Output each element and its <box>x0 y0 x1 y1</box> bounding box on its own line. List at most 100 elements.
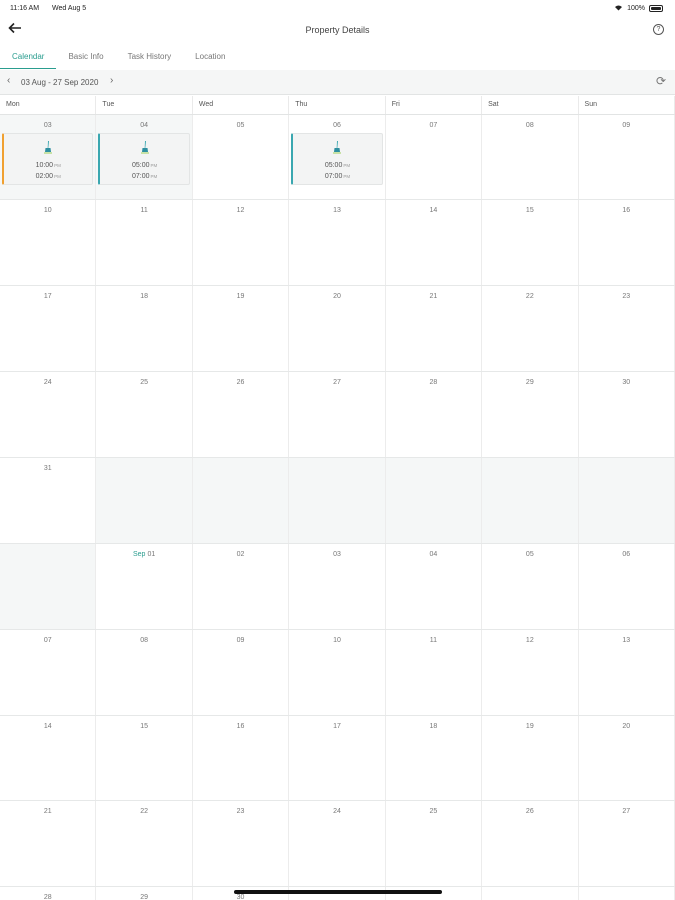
calendar-day-cell[interactable] <box>482 887 579 900</box>
next-range-icon[interactable]: › <box>110 75 113 86</box>
calendar-day-cell[interactable]: 26 <box>482 801 579 886</box>
day-number: 18 <box>429 723 438 730</box>
calendar-day-cell[interactable]: 17 <box>0 286 97 371</box>
date-range-bar: ‹ 03 Aug - 27 Sep 2020 › ⟳ <box>0 70 675 95</box>
task-event-card[interactable]: 05:00PM 07:00PM <box>98 133 190 185</box>
calendar-day-cell[interactable] <box>482 458 579 543</box>
task-event-card[interactable]: 05:00PM 07:00PM <box>291 133 383 185</box>
calendar-day-cell[interactable]: 16 <box>193 716 290 800</box>
calendar-day-cell[interactable]: 06 <box>579 544 675 629</box>
calendar-day-cell[interactable]: 27 <box>579 801 675 886</box>
calendar-day-cell[interactable] <box>579 887 675 900</box>
calendar-day-cell[interactable]: 24 <box>289 801 386 886</box>
calendar-day-cell[interactable]: 17 <box>289 716 386 800</box>
tab-basic-info[interactable]: Basic Info <box>56 47 115 69</box>
calendar-day-cell[interactable]: 03 10:00PM 02:00PM <box>0 115 97 199</box>
day-number: 30 <box>236 894 245 900</box>
tab-calendar[interactable]: Calendar <box>0 47 57 69</box>
calendar-day-cell[interactable]: 13 <box>579 630 675 715</box>
calendar-day-cell[interactable]: 07 <box>386 115 483 199</box>
tab-task-history[interactable]: Task History <box>116 47 184 69</box>
weekday-label: Sat <box>482 96 579 114</box>
calendar-day-cell[interactable]: 08 <box>482 115 579 199</box>
calendar-day-cell[interactable]: 21 <box>0 801 97 886</box>
calendar-day-cell[interactable]: 23 <box>193 801 290 886</box>
calendar-day-cell[interactable]: 30 <box>579 372 675 457</box>
calendar-day-cell[interactable]: Sep 01 <box>96 544 193 629</box>
calendar-day-cell[interactable]: 20 <box>289 286 386 371</box>
day-number: 13 <box>622 637 631 644</box>
calendar-day-cell[interactable] <box>385 458 483 543</box>
calendar-day-cell[interactable]: 12 <box>193 200 290 285</box>
calendar-day-cell[interactable]: 11 <box>386 630 483 715</box>
page-title: Property Details <box>305 25 370 35</box>
calendar-day-cell[interactable]: 19 <box>193 286 290 371</box>
calendar-day-cell[interactable]: 12 <box>482 630 579 715</box>
calendar-day-cell[interactable]: 29 <box>96 887 193 900</box>
calendar-day-cell[interactable]: 11 <box>96 200 193 285</box>
calendar-day-cell[interactable]: 18 <box>96 286 193 371</box>
home-indicator <box>234 890 442 894</box>
day-number: 20 <box>333 293 341 300</box>
calendar-day-cell[interactable]: 04 <box>386 544 483 629</box>
calendar-day-cell[interactable]: 09 <box>579 115 675 199</box>
calendar-day-cell[interactable]: 25 <box>96 372 193 457</box>
calendar-day-cell[interactable]: 15 <box>482 200 579 285</box>
calendar-day-cell[interactable]: 29 <box>482 372 579 457</box>
event-start-time: 05:00PM <box>100 162 188 169</box>
calendar-day-cell[interactable] <box>578 458 675 543</box>
tab-location[interactable]: Location <box>183 47 237 69</box>
calendar-day-cell[interactable] <box>192 458 290 543</box>
calendar-day-cell[interactable]: 19 <box>482 716 579 800</box>
day-number: 05 <box>525 551 534 558</box>
day-number: 08 <box>525 122 534 129</box>
status-time: 11:16 AM <box>10 5 40 12</box>
calendar-day-cell[interactable]: 28 <box>0 887 97 900</box>
day-number: 11 <box>140 207 148 214</box>
help-icon[interactable]: ? <box>653 24 664 35</box>
calendar-day-cell[interactable]: 08 <box>96 630 193 715</box>
calendar-day-cell[interactable]: 21 <box>386 286 483 371</box>
calendar-day-cell[interactable]: 26 <box>193 372 290 457</box>
calendar-day-cell[interactable]: 10 <box>0 200 97 285</box>
calendar-day-cell[interactable]: 02 <box>193 544 290 629</box>
calendar-day-cell[interactable]: 04 05:00PM 07:00PM <box>96 115 193 199</box>
calendar-day-cell[interactable]: 28 <box>386 372 483 457</box>
calendar-day-cell[interactable]: 15 <box>96 716 193 800</box>
calendar-day-cell[interactable]: 13 <box>289 200 386 285</box>
calendar-day-cell[interactable]: 16 <box>579 200 675 285</box>
day-number: 16 <box>622 207 631 214</box>
calendar-day-cell[interactable]: 27 <box>289 372 386 457</box>
calendar-day-cell[interactable]: 06 05:00PM 07:00PM <box>289 115 386 199</box>
calendar-day-cell[interactable] <box>96 458 193 543</box>
event-start-suffix: PM <box>54 163 61 168</box>
calendar-day-cell[interactable] <box>0 544 97 629</box>
calendar-day-cell[interactable]: 25 <box>386 801 483 886</box>
calendar-week-row: 03 10:00PM 02:00PM 04 05:00PM 07:00PM 05 06 05:0… <box>0 115 675 200</box>
calendar-day-cell[interactable]: 22 <box>96 801 193 886</box>
calendar-day-cell[interactable]: 14 <box>0 716 97 800</box>
previous-range-icon[interactable]: ‹ <box>7 75 10 86</box>
calendar-day-cell[interactable]: 22 <box>482 286 579 371</box>
calendar-day-cell[interactable]: 05 <box>482 544 579 629</box>
calendar-day-cell[interactable]: 10 <box>289 630 386 715</box>
event-end-time: 07:00PM <box>293 173 381 180</box>
calendar-day-cell[interactable]: 09 <box>193 630 290 715</box>
battery-percent: 100% <box>627 5 645 12</box>
calendar-day-cell[interactable]: 24 <box>0 372 97 457</box>
calendar-day-cell[interactable]: 23 <box>579 286 675 371</box>
calendar-day-cell[interactable] <box>289 458 386 543</box>
calendar-day-cell[interactable]: 14 <box>386 200 483 285</box>
calendar-week-row: Sep 01 02 03 04 05 06 <box>0 544 675 630</box>
calendar-day-cell[interactable]: 07 <box>0 630 97 715</box>
calendar-day-cell[interactable]: 18 <box>386 716 483 800</box>
tab-bar: Calendar Basic Info Task History Location <box>0 47 675 69</box>
day-number: 13 <box>333 207 341 214</box>
calendar-day-cell[interactable]: 20 <box>579 716 675 800</box>
calendar-day-cell[interactable]: 03 <box>289 544 386 629</box>
calendar-day-cell[interactable]: 31 <box>0 458 97 543</box>
calendar-day-cell[interactable]: 05 <box>193 115 290 199</box>
refresh-icon[interactable]: ⟳ <box>656 74 666 88</box>
task-event-card[interactable]: 10:00PM 02:00PM <box>2 133 94 185</box>
day-number: 10 <box>333 637 341 644</box>
